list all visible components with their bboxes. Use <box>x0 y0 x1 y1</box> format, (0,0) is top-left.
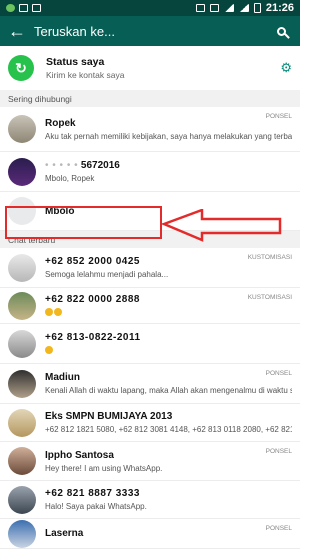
signal-icon <box>238 4 249 12</box>
chat-row-highlighted[interactable]: +62 852 2000 0425 Semoga lelahmu menjadi… <box>0 248 300 288</box>
contact-tag: PONSEL <box>265 448 292 455</box>
avatar <box>8 115 36 143</box>
section-frequent: Sering dihubungi <box>0 90 300 107</box>
contact-message <box>45 345 292 356</box>
status-bar: 21:26 <box>0 0 300 16</box>
contact-name: Eks SMPN BUMIJAYA 2013 <box>45 411 173 422</box>
whatsapp-notification-icon <box>6 4 15 12</box>
file-notification-icon <box>32 4 41 12</box>
emoji-icon <box>45 307 53 316</box>
highlight-box <box>5 206 162 239</box>
wifi-icon <box>223 4 234 12</box>
contact-name: Laserna <box>45 528 84 539</box>
avatar <box>8 519 36 548</box>
page-title: Teruskan ke... <box>34 23 115 39</box>
contact-name: +62 821 8887 3333 <box>45 488 140 499</box>
battery-icon <box>253 3 261 13</box>
contact-message: Hey there! I am using WhatsApp. <box>45 463 163 473</box>
chat-row[interactable]: +62 822 0000 2888 KUSTOMISASI <box>0 288 300 324</box>
contact-message: Semoga lelahmu menjadi pahala... <box>45 270 169 279</box>
contact-name: • • • • • 5672016 <box>45 160 120 171</box>
contact-name: +62 813-0822-2011 <box>45 331 141 343</box>
chat-row-laserna[interactable]: Laserna PONSEL <box>0 519 300 549</box>
contact-name: Ropek <box>45 117 76 129</box>
blurred-prefix: • • • • • <box>45 160 79 171</box>
emoji-icon <box>54 307 62 316</box>
contact-message: +62 812 1821 5080, +62 812 3081 4148, +6… <box>45 425 292 434</box>
contact-row-ropek[interactable]: Ropek Aku tak pernah memiliki kebijakan,… <box>0 107 300 152</box>
contact-tag: PONSEL <box>265 525 292 532</box>
chat-row-group[interactable]: Eks SMPN BUMIJAYA 2013 +62 812 1821 5080… <box>0 404 300 442</box>
contact-message <box>45 307 292 318</box>
contact-tag: PONSEL <box>265 370 292 377</box>
contact-message: Kenali Allah di waktu lapang, maka Allah… <box>45 386 292 395</box>
status-subtitle: Kirim ke kontak saya <box>46 70 125 80</box>
avatar <box>8 329 36 358</box>
search-icon <box>276 26 286 36</box>
status-title: Status saya <box>46 56 105 68</box>
avatar <box>8 485 36 514</box>
annotation-arrow-icon <box>162 209 282 242</box>
clock: 21:26 <box>265 2 294 14</box>
avatar <box>8 291 36 320</box>
search-button[interactable] <box>270 26 292 36</box>
contact-row-group[interactable]: • • • • • 5672016 Mbolo, Ropek <box>0 152 300 192</box>
contact-message: Mbolo, Ropek <box>45 174 95 183</box>
contact-message: Halo! Saya pakai WhatsApp. <box>45 502 147 511</box>
alarm-icon <box>209 4 219 12</box>
avatar <box>8 157 36 186</box>
chat-row-ippho[interactable]: Ippho Santosa Hey there! I am using What… <box>0 442 300 481</box>
app-bar: ← Teruskan ke... <box>0 16 300 46</box>
chat-row[interactable]: +62 821 8887 3333 Halo! Saya pakai Whats… <box>0 481 300 519</box>
avatar <box>8 253 36 282</box>
sim-icon <box>195 4 205 12</box>
contact-name: Madiun <box>45 372 80 383</box>
avatar <box>8 369 36 398</box>
status-refresh-icon: ↻ <box>8 55 34 81</box>
back-arrow-icon[interactable]: ← <box>8 21 34 42</box>
gear-icon[interactable]: ⚙ <box>280 60 292 76</box>
contact-tag: KUSTOMISASI <box>247 294 292 301</box>
chat-row-madiun[interactable]: Madiun Kenali Allah di waktu lapang, mak… <box>0 364 300 404</box>
contact-tag: KUSTOMISASI <box>247 254 292 261</box>
avatar <box>8 447 36 475</box>
my-status-item[interactable]: ↻ Status saya Kirim ke kontak saya ⚙ <box>0 46 300 90</box>
contact-tag: PONSEL <box>265 113 292 120</box>
contact-message: Aku tak pernah memiliki kebijakan, saya … <box>45 131 292 141</box>
contact-name: Ippho Santosa <box>45 449 114 461</box>
avatar <box>8 408 36 437</box>
chat-row[interactable]: +62 813-0822-2011 <box>0 324 300 364</box>
emoji-icon <box>45 345 53 354</box>
image-notification-icon <box>19 4 28 12</box>
